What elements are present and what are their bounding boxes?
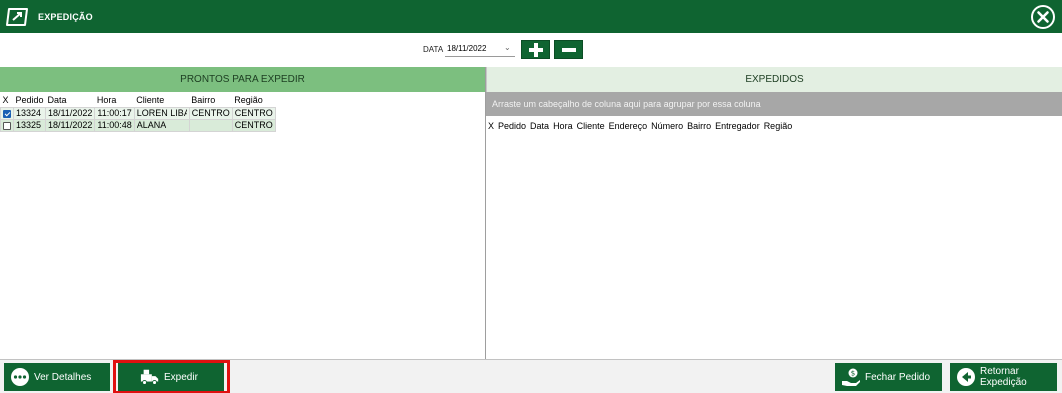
table-row[interactable]: 13324 18/11/2022 11:00:17 LOREN LIBA CEN… xyxy=(0,106,276,120)
row-checkbox-cell[interactable] xyxy=(0,106,14,120)
column-header-hora[interactable]: Hora xyxy=(553,121,573,131)
cell-regiao: CENTRO xyxy=(231,106,276,120)
cell-cliente: LOREN LIBA xyxy=(133,106,190,120)
close-order-button[interactable]: $ Fechar Pedido xyxy=(835,363,942,391)
arrow-left-icon xyxy=(956,367,976,387)
dispatch-button-label: Expedir xyxy=(164,371,198,383)
cell-bairro xyxy=(188,118,233,132)
cell-pedido: 13324 xyxy=(12,106,47,120)
group-by-drop-area[interactable]: Arraste um cabeçalho de coluna aqui para… xyxy=(486,92,1062,116)
row-checkbox-cell[interactable] xyxy=(0,118,14,132)
column-header-endereco[interactable]: Endereço xyxy=(609,121,648,131)
column-header-regiao[interactable]: Região xyxy=(764,121,793,131)
details-button-label: Ver Detalhes xyxy=(34,371,92,383)
column-header-regiao[interactable]: Região xyxy=(232,94,275,107)
dispatched-panel-title: EXPEDIDOS xyxy=(486,67,1062,92)
dispatched-panel: EXPEDIDOS Arraste um cabeçalho de coluna… xyxy=(486,67,1062,359)
footer-bar: Ver Detalhes Expedir $ Fechar Pedido Ret… xyxy=(0,359,1062,393)
return-label-line-1: Retornar xyxy=(980,366,1019,377)
cell-cliente-text: ALANA xyxy=(136,120,167,130)
table-header-row: X Pedido Data Hora Cliente Bairro Região xyxy=(1,94,276,107)
column-header-data[interactable]: Data xyxy=(46,94,95,107)
cell-hora: 11:00:48 xyxy=(94,118,135,132)
row-checkbox[interactable] xyxy=(3,109,11,118)
date-label: DATA xyxy=(423,45,444,54)
app-logo-icon xyxy=(6,6,30,28)
ready-panel-title: PRONTOS PARA EXPEDIR xyxy=(0,67,485,92)
column-header-hora[interactable]: Hora xyxy=(95,94,134,107)
more-dots-icon xyxy=(10,367,30,387)
cell-bairro: CENTRO xyxy=(188,106,233,120)
add-date-button[interactable] xyxy=(521,40,550,59)
cell-regiao: CENTRO xyxy=(231,118,276,132)
close-icon[interactable] xyxy=(1030,4,1056,30)
svg-text:$: $ xyxy=(851,370,855,378)
column-header-bairro[interactable]: Bairro xyxy=(189,94,232,107)
row-checkbox[interactable] xyxy=(3,121,11,130)
hand-money-icon: $ xyxy=(841,367,861,387)
cell-hora: 11:00:17 xyxy=(94,106,135,120)
window-title: EXPEDIÇÃO xyxy=(38,11,93,22)
column-header-bairro[interactable]: Bairro xyxy=(687,121,711,131)
cell-data: 18/11/2022 xyxy=(45,118,96,132)
details-button[interactable]: Ver Detalhes xyxy=(4,363,110,391)
minus-icon xyxy=(562,48,576,52)
close-order-button-label: Fechar Pedido xyxy=(865,371,931,383)
column-header-data[interactable]: Data xyxy=(530,121,549,131)
return-dispatch-button[interactable]: Retornar Expedição xyxy=(950,363,1057,391)
dispatch-truck-icon xyxy=(140,367,160,387)
return-button-label: Retornar Expedição xyxy=(980,366,1027,388)
table-row[interactable]: 13325 18/11/2022 11:00:48 ALANA CENTRO xyxy=(0,118,276,132)
column-header-entregador[interactable]: Entregador xyxy=(715,121,760,131)
column-header-numero[interactable]: Número xyxy=(651,121,683,131)
column-header-x[interactable]: X xyxy=(1,94,14,107)
column-header-pedido[interactable]: Pedido xyxy=(14,94,46,107)
column-header-cliente[interactable]: Cliente xyxy=(134,94,189,107)
subtract-date-button[interactable] xyxy=(554,40,583,59)
column-header-cliente[interactable]: Cliente xyxy=(577,121,605,131)
ready-panel: PRONTOS PARA EXPEDIR X Pedido Data Hora … xyxy=(0,67,486,359)
return-label-line-2: Expedição xyxy=(980,377,1027,388)
dispatched-table-header: X Pedido Data Hora Cliente Endereço Núme… xyxy=(486,116,1062,131)
dispatch-button[interactable]: Expedir xyxy=(118,363,224,391)
ready-orders-table: X Pedido Data Hora Cliente Bairro Região… xyxy=(0,94,276,132)
column-header-x[interactable]: X xyxy=(488,121,494,131)
cell-cliente-text: LOREN LIBA xyxy=(136,108,187,118)
cell-data: 18/11/2022 xyxy=(45,106,96,120)
date-toolbar: DATA ⌄ xyxy=(0,33,1062,67)
cell-cliente: ALANA xyxy=(133,118,190,132)
column-header-pedido[interactable]: Pedido xyxy=(498,121,526,131)
date-picker-input[interactable] xyxy=(445,41,515,57)
cell-pedido: 13325 xyxy=(12,118,47,132)
title-bar: EXPEDIÇÃO xyxy=(0,0,1062,33)
